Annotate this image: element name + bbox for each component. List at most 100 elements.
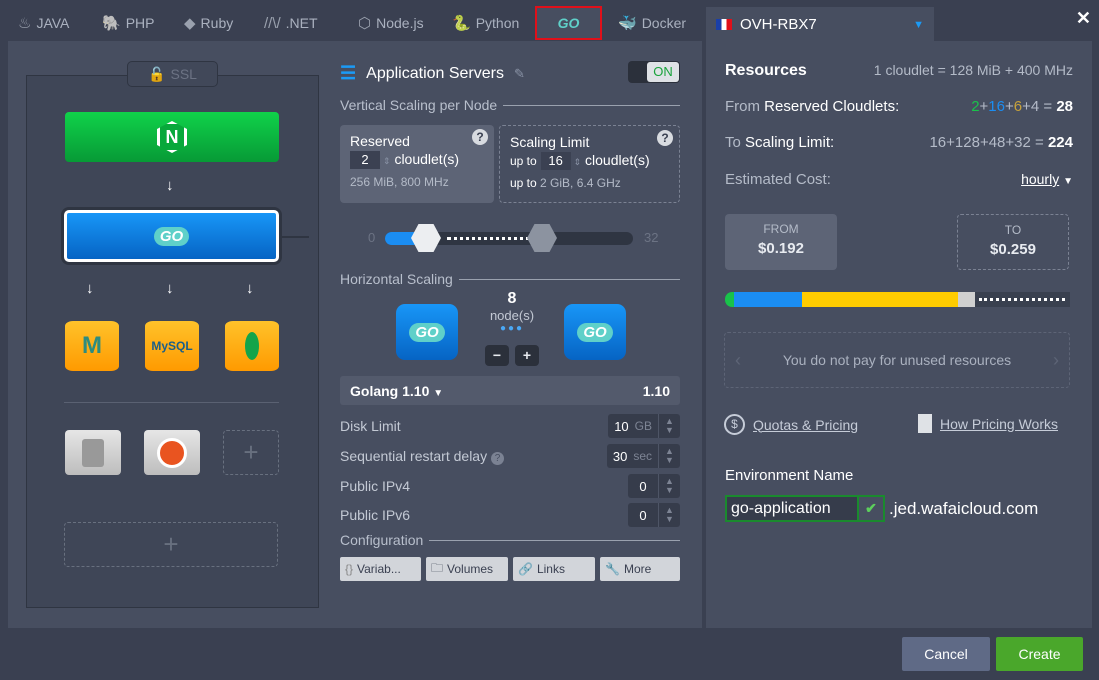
to-price-box: TO $0.259 [957,214,1069,270]
arrow-down-icon: ↓ [166,177,174,194]
cost-bar-blue [734,292,802,307]
tab-docker[interactable]: 🐳 Docker [618,6,686,40]
how-pricing-link[interactable]: How Pricing Works [918,414,1058,433]
arrow-down-icon: ↓ [246,280,254,297]
nodejs-icon: ⬡ [358,15,372,32]
create-button[interactable]: Create [996,637,1083,671]
chevron-down-icon: ▼ [913,18,924,31]
tab-dotnet[interactable]: //\/.NET [264,6,318,40]
configuration-heading: Configuration [340,532,680,548]
slider-max-label: 32 [644,230,659,245]
ipv4-input[interactable]: 0 ▲ ▼ [628,474,680,498]
document-icon [918,414,932,433]
france-flag-icon [716,19,732,30]
limit-cloudlets-input[interactable]: 16 [540,152,571,170]
layers-icon: ☰ [340,63,357,83]
layer-toggle[interactable]: ON [628,61,680,83]
limit-range [447,237,537,240]
help-icon[interactable]: ? [472,129,488,145]
mysql-node[interactable]: MySQL [145,321,199,371]
tab-go[interactable]: GO [535,6,602,40]
disk-limit-input[interactable]: 10 GB ▲ ▼ [608,414,680,438]
env-name-label: Environment Name [725,467,854,484]
nginx-balancer-node[interactable]: N [65,112,279,162]
period-select[interactable]: hourly ▼ [1021,171,1073,188]
from-price-box: FROM $0.192 [725,214,837,270]
tab-python[interactable]: 🐍 Python [452,6,519,40]
tab-php[interactable]: 🐘 PHP [102,6,154,40]
stepper-icon[interactable]: ⇕ [574,157,582,167]
stepper-icon[interactable]: ⇕ [383,156,391,166]
vertical-scaling-heading: Vertical Scaling per Node [340,97,680,113]
plus-icon: + [163,529,179,559]
tab-nodejs[interactable]: ⬡ Node.js [358,6,424,40]
ruby-icon: ◆ [184,15,196,32]
restart-delay-input[interactable]: 30 sec ▲ ▼ [606,444,680,468]
cost-bar-gray [958,292,975,307]
arrow-down-icon: ↓ [166,280,174,297]
links-button[interactable]: 🔗 Links [513,557,595,581]
domain-suffix: .jed.wafaicloud.com [889,499,1039,518]
unlock-icon: 🔓 [148,65,166,82]
tab-java[interactable]: ♨ JAVA [18,6,69,40]
connector-line [279,236,309,238]
stepper-icon[interactable]: ▲ ▼ [658,474,680,498]
node-count: 8 [507,290,517,307]
tab-bar: ♨ JAVA 🐘 PHP ◆ Ruby //\/.NET ⬡ Node.js 🐍 Pyth… [0,0,705,42]
version-select[interactable]: Golang 1.10 ▼ 1.10 [340,376,680,405]
volumes-button[interactable]: 🗀 Volumes [426,557,508,581]
add-node-button[interactable]: + [515,345,539,366]
help-icon[interactable]: ? [657,130,673,146]
notice-carousel: ‹ You do not pay for unused resources › [724,332,1070,388]
reserved-cloudlets-input[interactable]: 2 [350,151,380,169]
ipv6-input[interactable]: 0 ▲ ▼ [628,503,680,527]
ssl-button[interactable]: 🔓 SSL [127,61,218,87]
region-select[interactable]: OVH-RBX7 ▼ [706,7,934,42]
divider [64,402,279,403]
go-node-icon: GO [396,304,458,360]
check-icon: ✔ [857,497,883,520]
wrench-icon: 🔧 [605,562,620,576]
go-icon: GO [557,15,580,31]
section-title: Application Servers [366,64,504,82]
edit-icon[interactable]: ✎ [514,66,525,82]
arrow-down-icon: ↓ [86,280,94,297]
folder-icon: 🗀 [431,560,444,575]
dots-icon: ●●● [499,323,525,334]
stepper-icon[interactable]: ▲ ▼ [658,503,680,527]
ubuntu-icon [157,437,187,468]
python-icon: 🐍 [452,15,471,32]
tab-ruby[interactable]: ◆ Ruby [184,6,233,40]
chevron-left-icon[interactable]: ‹ [735,350,741,371]
chevron-down-icon: ▼ [1063,176,1073,187]
env-name-input[interactable]: go-application ✔ [725,495,885,522]
remove-node-button[interactable]: − [485,345,509,366]
cost-bar-green [725,292,734,307]
help-icon[interactable]: ? [490,451,504,465]
variables-button[interactable]: {} Variab... [340,557,421,581]
link-icon: 🔗 [518,562,533,576]
storage-node[interactable] [65,430,121,475]
stepper-icon[interactable]: ▲ ▼ [658,414,680,438]
braces-icon: {} [345,562,354,576]
stepper-icon[interactable]: ▲ ▼ [658,444,680,468]
mariadb-node[interactable]: M [65,321,119,371]
dollar-icon: $ [724,414,745,435]
more-button[interactable]: 🔧 More [600,557,680,581]
add-node-button[interactable]: + [223,430,279,475]
go-icon: GO [153,226,190,246]
hard-disk-icon [82,438,104,467]
docker-icon: 🐳 [618,15,637,32]
chevron-right-icon[interactable]: › [1053,350,1059,371]
go-node-icon: GO [564,304,626,360]
go-app-server-node[interactable]: GO [64,210,279,262]
cloudlet-slider[interactable] [385,224,633,252]
plus-icon: + [243,437,259,467]
close-icon[interactable]: ✕ [1076,8,1091,29]
ubuntu-vps-node[interactable] [144,430,200,475]
cancel-button[interactable]: Cancel [902,637,990,671]
chevron-down-icon: ▼ [433,387,444,399]
mongodb-node[interactable] [225,321,279,371]
quotas-link[interactable]: $ Quotas & Pricing [724,414,858,435]
add-layer-button[interactable]: + [64,522,278,567]
